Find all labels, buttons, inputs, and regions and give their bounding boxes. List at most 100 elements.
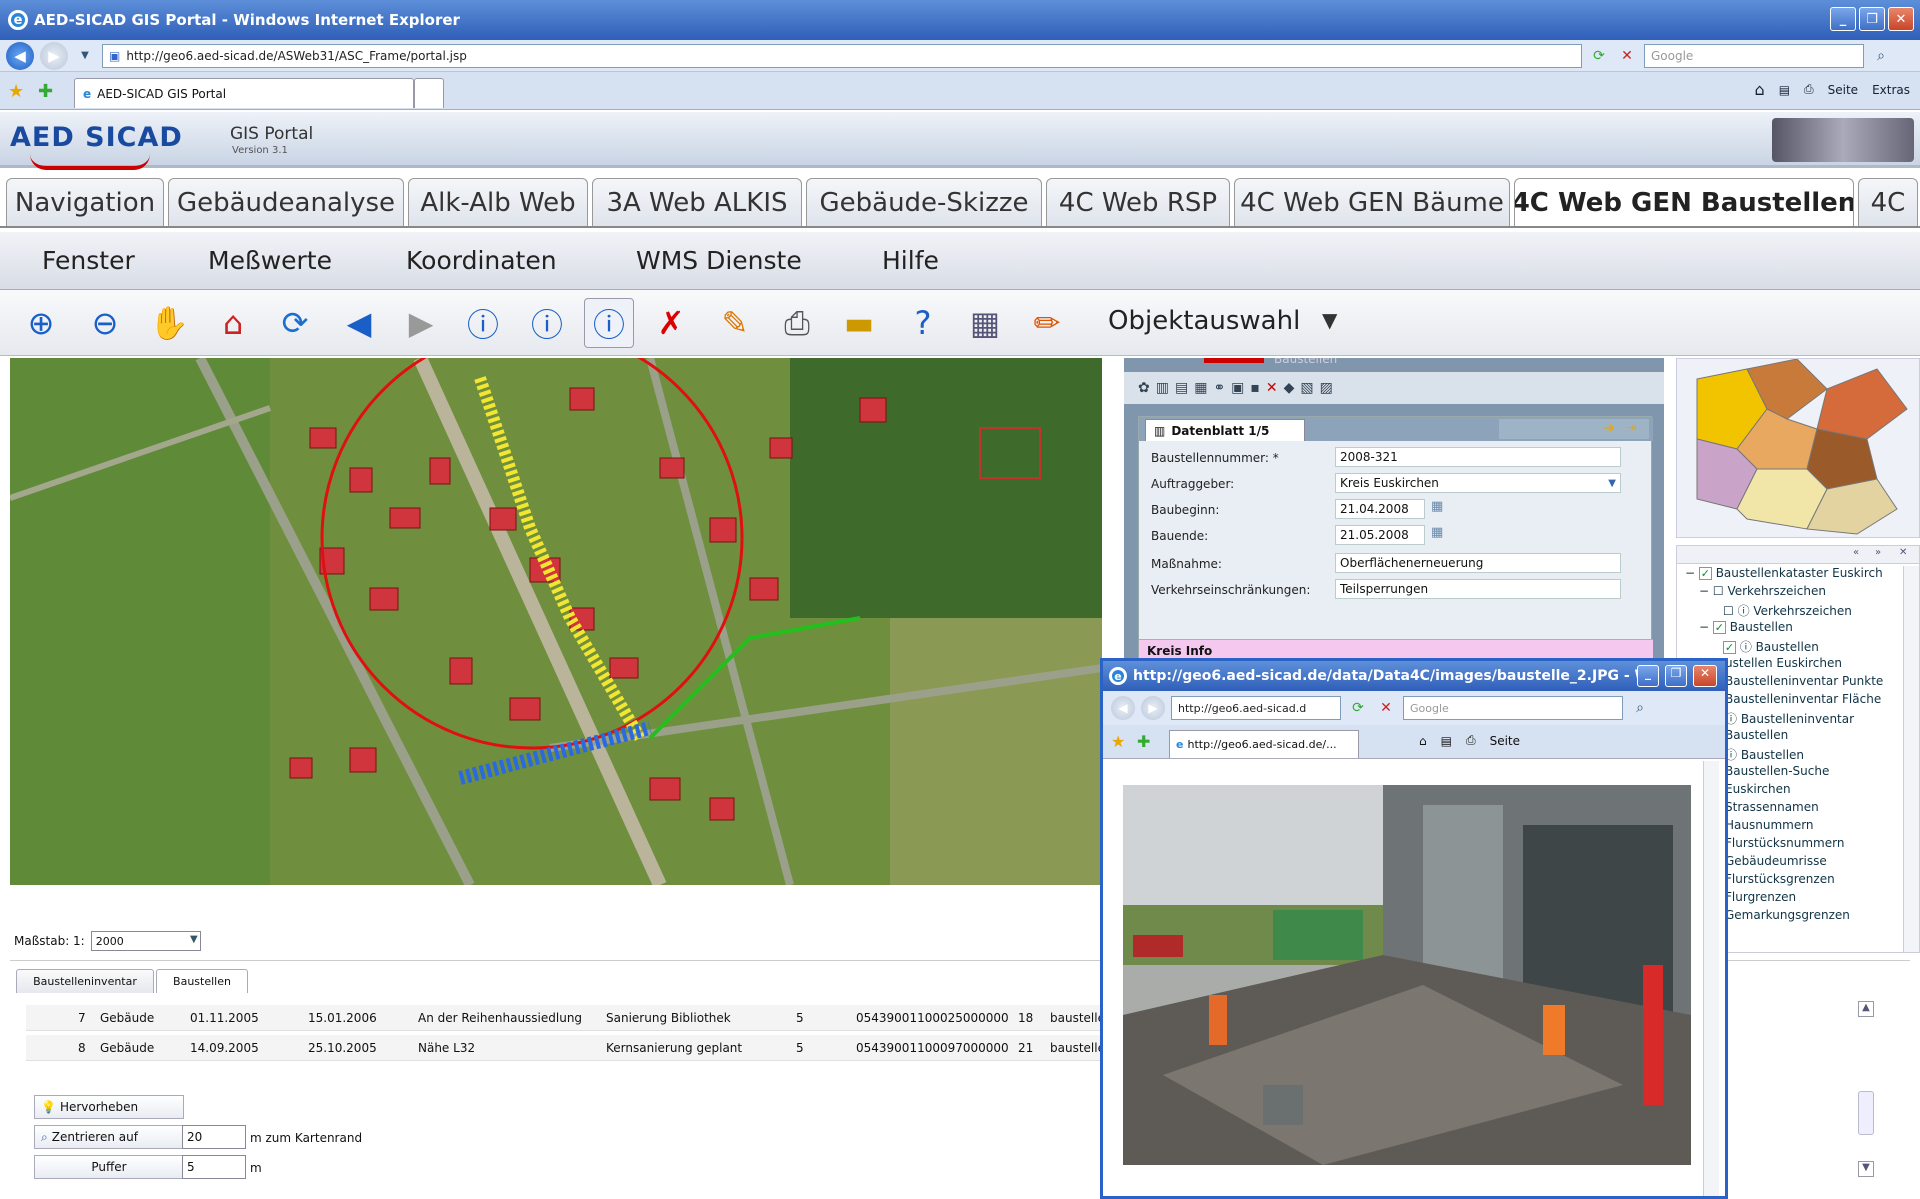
popup-search-input[interactable]: Google xyxy=(1403,696,1623,720)
new-tab-button[interactable] xyxy=(414,78,444,108)
info-multi-icon[interactable]: ⓘ xyxy=(522,298,572,348)
maximize-icon[interactable]: ❐ xyxy=(1859,7,1885,31)
scroll-up-icon[interactable]: ▲ xyxy=(1858,1001,1874,1017)
search-icon[interactable]: ⌕ xyxy=(1870,45,1892,67)
add-favorite-icon[interactable]: ✚ xyxy=(38,81,53,102)
tab-gebaeude-skizze[interactable]: Gebäude-Skizze xyxy=(806,178,1042,226)
scrollbar-thumb[interactable] xyxy=(1858,1091,1874,1135)
pan-hand-icon[interactable]: ✋ xyxy=(144,298,194,348)
menu-koordinaten[interactable]: Koordinaten xyxy=(406,246,557,275)
next-record-icon[interactable]: ➔ xyxy=(1603,420,1615,436)
forward-icon[interactable]: ▶ xyxy=(40,41,68,70)
popup-scrollbar[interactable] xyxy=(1703,761,1719,1196)
back-icon[interactable]: ◀ xyxy=(6,41,34,70)
home-icon[interactable]: ⌂ xyxy=(1755,80,1765,99)
datenblatt-title-tab[interactable]: ▥ Datenblatt 1/5 xyxy=(1145,419,1305,441)
calendar-icon[interactable]: ▦ xyxy=(1431,499,1443,514)
tree-item[interactable]: − ✓ Baustellenkataster Euskirch xyxy=(1685,566,1883,580)
tree-item[interactable]: ⓘ Baustellen xyxy=(1725,746,1804,763)
zoom-in-icon[interactable]: ⊕ xyxy=(16,298,66,348)
baubeginn-field[interactable]: 21.04.2008 xyxy=(1335,499,1425,519)
tree-item[interactable]: Strassennamen xyxy=(1725,800,1819,814)
table-icon[interactable]: ▦ xyxy=(960,298,1010,348)
popup-url-field[interactable]: http://geo6.aed-sicad.d xyxy=(1171,696,1341,720)
last-record-icon[interactable]: ⇥ xyxy=(1625,420,1637,436)
tree-item[interactable]: Euskirchen xyxy=(1725,782,1791,796)
extras-menu[interactable]: Extras xyxy=(1872,83,1910,97)
tab-gebaeudeanalyse[interactable]: Gebäudeanalyse xyxy=(168,178,404,226)
feeds-icon[interactable]: ▤ xyxy=(1441,734,1452,748)
popup-maximize-icon[interactable]: ❐ xyxy=(1665,665,1687,687)
stop-icon[interactable]: ✕ xyxy=(1375,697,1397,719)
zoom-out-icon[interactable]: ⊖ xyxy=(80,298,130,348)
scroll-down-icon[interactable]: ▼ xyxy=(1858,1161,1874,1177)
save-icon[interactable]: ▪ xyxy=(1250,380,1260,396)
collapse-icon[interactable]: « xyxy=(1853,547,1859,558)
tab-baustelleninventar[interactable]: Baustelleninventar xyxy=(16,969,154,993)
tree-item[interactable]: Gemarkungsgrenzen xyxy=(1725,908,1850,922)
tab-navigation[interactable]: Navigation xyxy=(6,178,164,226)
table-row[interactable]: ✓ 7 Gebäude 01.11.2005 15.01.2006 An der… xyxy=(26,1005,1116,1031)
menu-wms-dienste[interactable]: WMS Dienste xyxy=(636,246,802,275)
search-input[interactable]: Google xyxy=(1644,43,1864,68)
info-point-icon[interactable]: ⓘ xyxy=(458,298,508,348)
tab-4c-web-gen-baeume[interactable]: 4C Web GEN Bäume xyxy=(1234,178,1510,226)
tab-baustellen[interactable]: Baustellen xyxy=(156,969,248,993)
print-icon[interactable]: ⎙ xyxy=(1466,733,1476,748)
popup-close-icon[interactable]: ✕ xyxy=(1693,665,1717,687)
object-select-label[interactable]: Objektauswahl xyxy=(1108,306,1300,336)
center-distance-input[interactable]: 20 xyxy=(182,1125,246,1149)
tree-item[interactable]: ✓ ⓘ Baustellen xyxy=(1723,638,1819,655)
close-icon[interactable]: ✕ xyxy=(1899,547,1907,558)
binoculars-icon[interactable]: ⚭ xyxy=(1213,380,1225,396)
previous-view-icon[interactable]: ◀ xyxy=(334,298,384,348)
highlight-button[interactable]: 💡 Hervorheben xyxy=(34,1095,184,1119)
seite-menu[interactable]: Seite xyxy=(1828,83,1858,97)
map-view[interactable] xyxy=(10,358,1102,885)
baustellennummer-field[interactable]: 2008-321 xyxy=(1335,447,1621,467)
home-icon[interactable]: ⌂ xyxy=(1419,734,1427,748)
tree-item[interactable]: ☐ ⓘ Verkehrszeichen xyxy=(1723,602,1852,619)
info-select-icon[interactable]: ⓘ xyxy=(584,298,634,348)
auftraggeber-select[interactable]: Kreis Euskirchen ▼ xyxy=(1335,473,1621,493)
close-icon[interactable]: ✕ xyxy=(1888,7,1914,31)
tool-icon[interactable]: ▨ xyxy=(1320,380,1333,396)
print-map-icon[interactable]: ⎙ xyxy=(772,298,822,348)
buffer-button[interactable]: Puffer xyxy=(34,1155,184,1179)
tree-item[interactable]: Gebäudeumrisse xyxy=(1725,854,1827,868)
tree-item[interactable]: Flurstücksnummern xyxy=(1725,836,1844,850)
stop-icon[interactable]: ✕ xyxy=(1616,45,1638,67)
edit-pencil-icon[interactable]: ✏ xyxy=(1022,298,1072,348)
tree-item[interactable]: ustellen Euskirchen xyxy=(1725,656,1842,670)
minimize-icon[interactable]: _ xyxy=(1830,7,1856,31)
buffer-input[interactable]: 5 xyxy=(182,1155,246,1179)
menu-fenster[interactable]: Fenster xyxy=(42,246,135,275)
tree-item[interactable]: Hausnummern xyxy=(1725,818,1814,832)
scale-bar-icon[interactable]: ▬ xyxy=(834,298,884,348)
measure-info-icon[interactable]: ✎ xyxy=(710,298,760,348)
bauende-field[interactable]: 21.05.2008 xyxy=(1335,525,1425,545)
tree-item[interactable]: Baustellen-Suche xyxy=(1725,764,1829,778)
popup-minimize-icon[interactable]: _ xyxy=(1637,665,1659,687)
tab-3a-web-alkis[interactable]: 3A Web ALKIS xyxy=(592,178,802,226)
chevron-down-icon[interactable]: ▼ xyxy=(1322,308,1337,332)
forward-icon[interactable]: ▶ xyxy=(1141,696,1165,720)
tree-item[interactable]: Baustelleninventar Punkte xyxy=(1725,674,1883,688)
tool-icon[interactable]: ✿ xyxy=(1138,380,1150,396)
next-view-icon[interactable]: ▶ xyxy=(396,298,446,348)
favorites-star-icon[interactable]: ★ xyxy=(1111,732,1125,751)
favorites-star-icon[interactable]: ★ xyxy=(8,81,24,102)
tool-icon[interactable]: ◆ xyxy=(1284,380,1295,396)
refresh-map-icon[interactable]: ⟳ xyxy=(270,298,320,348)
refresh-icon[interactable]: ⟳ xyxy=(1347,697,1369,719)
calendar-icon[interactable]: ▦ xyxy=(1431,525,1443,540)
feeds-icon[interactable]: ▤ xyxy=(1779,83,1790,97)
print-icon[interactable]: ⎙ xyxy=(1804,82,1814,97)
table-row[interactable]: ✓ 8 Gebäude 14.09.2005 25.10.2005 Nähe L… xyxy=(26,1035,1116,1061)
tab-4c-more[interactable]: 4C xyxy=(1858,178,1918,226)
center-button[interactable]: ⌕ Zentrieren auf xyxy=(34,1125,184,1149)
tree-item[interactable]: Baustellen xyxy=(1725,728,1788,742)
url-field[interactable]: ▣ http://geo6.aed-sicad.de/ASWeb31/ASC_F… xyxy=(102,43,1582,68)
tree-item[interactable]: − ☐ Verkehrszeichen xyxy=(1699,584,1826,598)
history-dropdown-icon[interactable]: ▼ xyxy=(74,45,96,67)
